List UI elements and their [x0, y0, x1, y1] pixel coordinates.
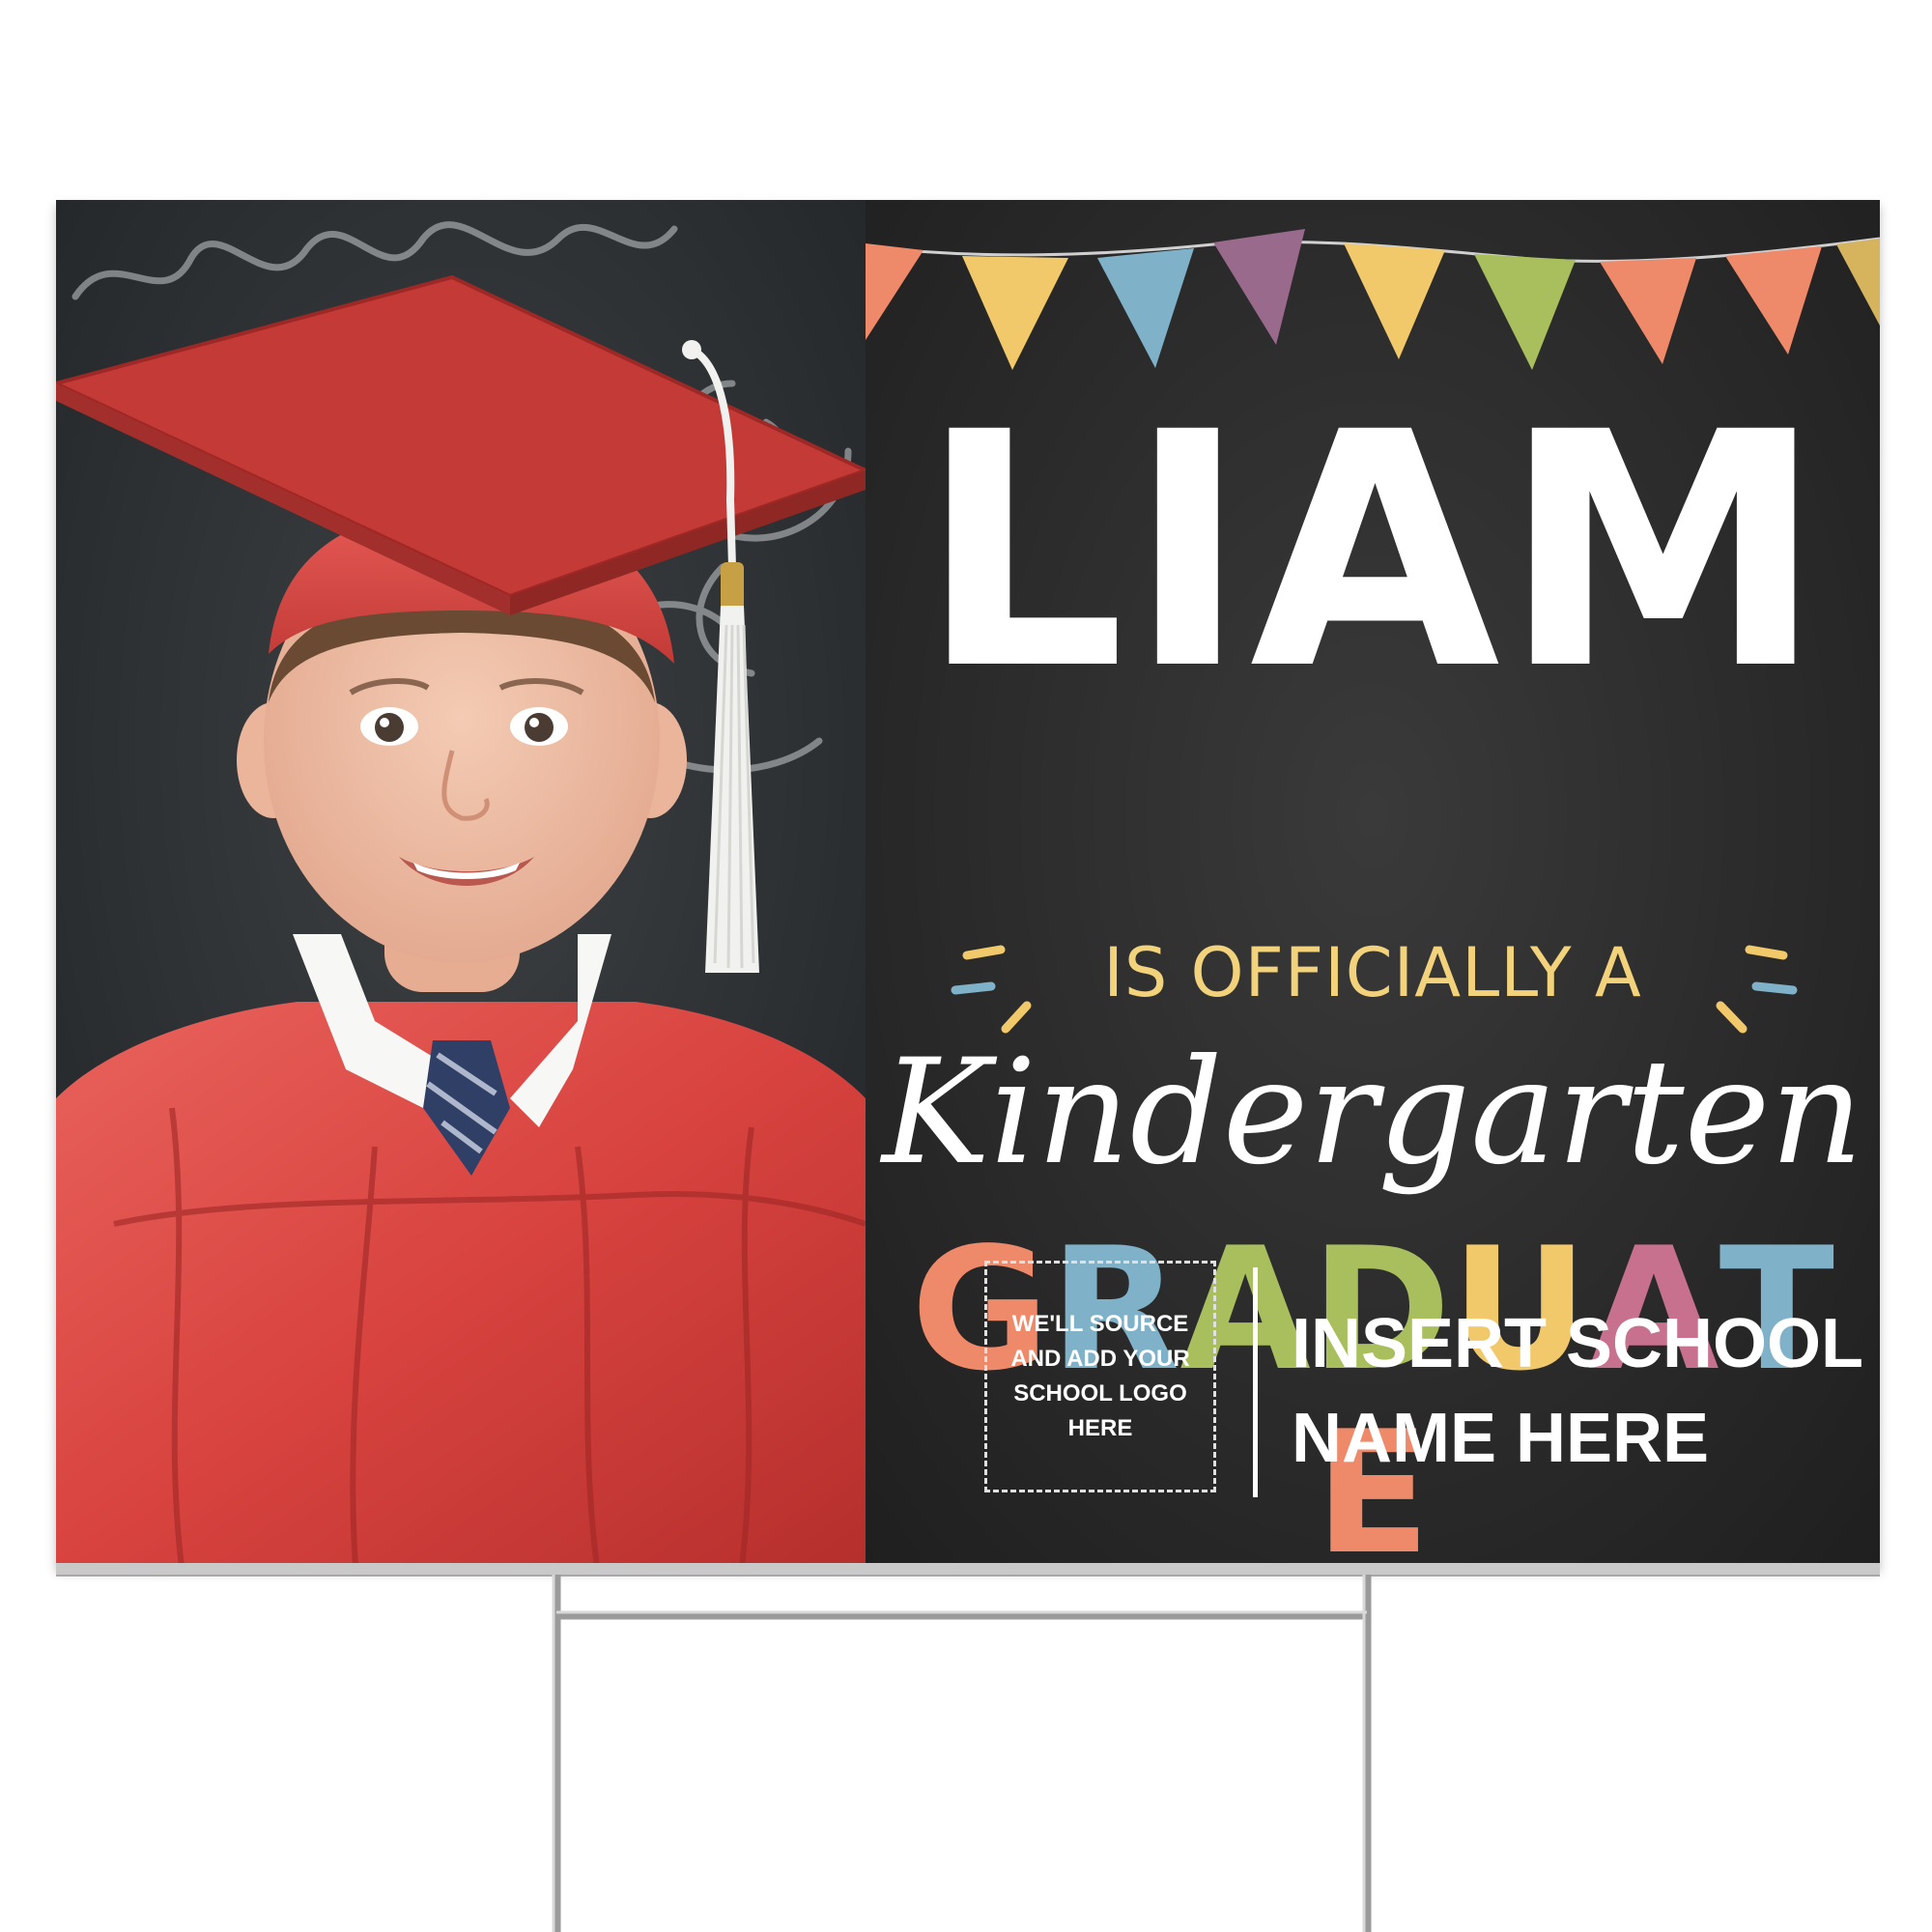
- school-name: INSERT SCHOOL NAME HERE: [1292, 1305, 1864, 1477]
- kindergarten-script: Kindergarten: [882, 1029, 1863, 1197]
- child-name: LIAM: [919, 364, 1827, 741]
- tagline: IS OFFICIALLY A: [1103, 933, 1642, 1012]
- yard-sign: LIAM IS OFFICIALLY A Kindergarten GRADUA…: [56, 200, 1880, 1567]
- chalkboard-panel: LIAM IS OFFICIALLY A Kindergarten GRADUA…: [866, 200, 1880, 1567]
- wire-h-stake-icon: [552, 1575, 1372, 1932]
- school-logo-placeholder: WE'LL SOURCE AND ADD YOUR SCHOOL LOGO HE…: [984, 1261, 1216, 1492]
- divider: [1253, 1267, 1258, 1497]
- logo-placeholder-text: WE'LL SOURCE AND ADD YOUR SCHOOL LOGO HE…: [1010, 1311, 1190, 1441]
- graduate-child-photo: [56, 200, 866, 1567]
